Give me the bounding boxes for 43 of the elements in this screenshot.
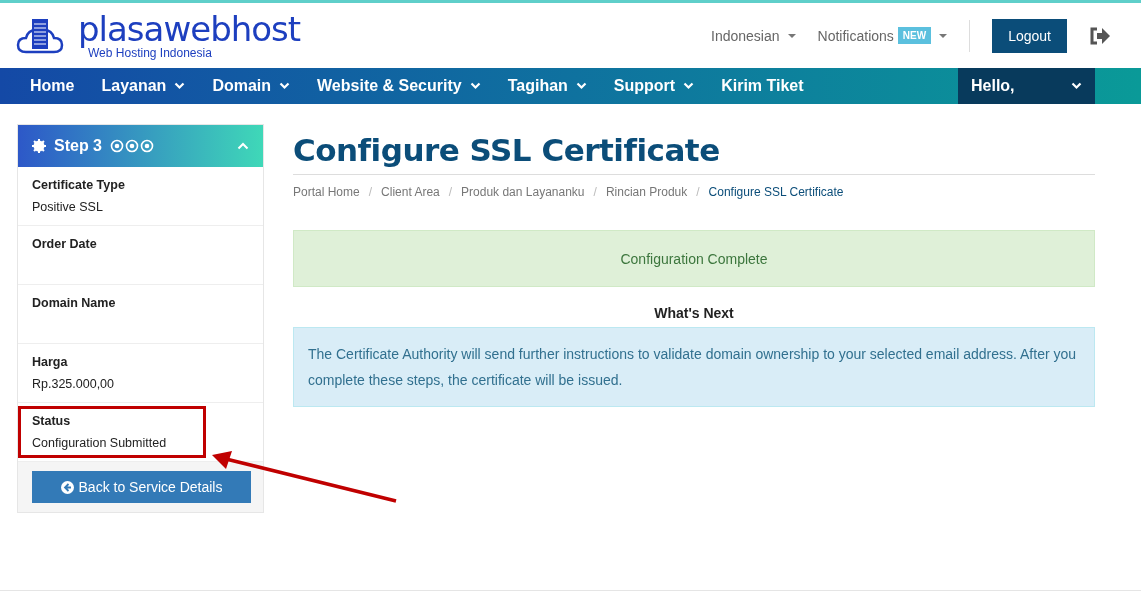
logo-tagline: Web Hosting Indonesia (88, 45, 212, 60)
nav-menu-item[interactable]: Support (613, 77, 695, 95)
nav-menu-item[interactable]: Layanan (101, 77, 186, 95)
field-label: Certificate Type (32, 178, 126, 192)
breadcrumb-link[interactable]: Configure SSL Certificate (708, 185, 844, 199)
field-value: Configuration Submitted (32, 436, 168, 450)
gear-icon (32, 139, 46, 153)
info-alert: The Certificate Authority will send further instructions to validate domain ownership to your selected email address. After you complete these steps, the certificate will be issued. (293, 327, 1095, 407)
breadcrumb-separator: / (696, 185, 700, 199)
breadcrumb-separator: / (368, 185, 373, 199)
logo-wordmark: plasawebhost (78, 11, 301, 46)
nav-menu-item[interactable]: Domain (212, 77, 291, 95)
step-title: Step 3 (54, 137, 102, 155)
step-panel-header[interactable]: Step 3 (18, 125, 263, 167)
field-label: Order Date (32, 237, 98, 251)
breadcrumb-separator: / (448, 185, 453, 199)
nav-menu-item[interactable]: Tagihan (507, 77, 587, 95)
nav-menu-item[interactable]: Website & Security (317, 77, 481, 95)
field-label: Harga (32, 355, 69, 369)
collapse-chevron-icon (237, 142, 249, 150)
notifications-dropdown[interactable]: Notifications NEW (817, 27, 948, 44)
breadcrumb-link[interactable]: Rincian Produk (605, 185, 688, 199)
back-to-service-details-button[interactable]: Back to Service Details (32, 471, 251, 503)
section-heading: What's Next (653, 305, 735, 321)
breadcrumb-link[interactable]: Client Area (381, 185, 440, 199)
field-label: Status (32, 414, 72, 428)
caret-down-icon (1071, 82, 1082, 90)
step-dots-icon (110, 139, 154, 153)
logout-button[interactable]: Logout (992, 18, 1067, 53)
breadcrumb-link[interactable]: Portal Home (293, 185, 360, 199)
arrow-left-circle-icon (60, 480, 74, 494)
page-title: Configure SSL Certificate (293, 132, 1095, 175)
field-value: Positive SSL (32, 200, 104, 214)
success-alert: Configuration Complete (293, 230, 1095, 287)
field-value: Rp.325.000,00 (32, 377, 115, 391)
logout-icon[interactable] (1089, 26, 1111, 45)
field-label: Domain Name (32, 296, 117, 310)
nav-menu-item[interactable]: Home (30, 77, 75, 95)
nav-menu-item[interactable]: Kirim Tiket (721, 77, 804, 95)
breadcrumb-separator: / (593, 185, 597, 199)
breadcrumb-link[interactable]: Produk dan Layananku (461, 185, 585, 199)
language-dropdown[interactable]: Indonesian (711, 27, 796, 44)
user-menu-dropdown[interactable]: Hello, (958, 68, 1095, 104)
